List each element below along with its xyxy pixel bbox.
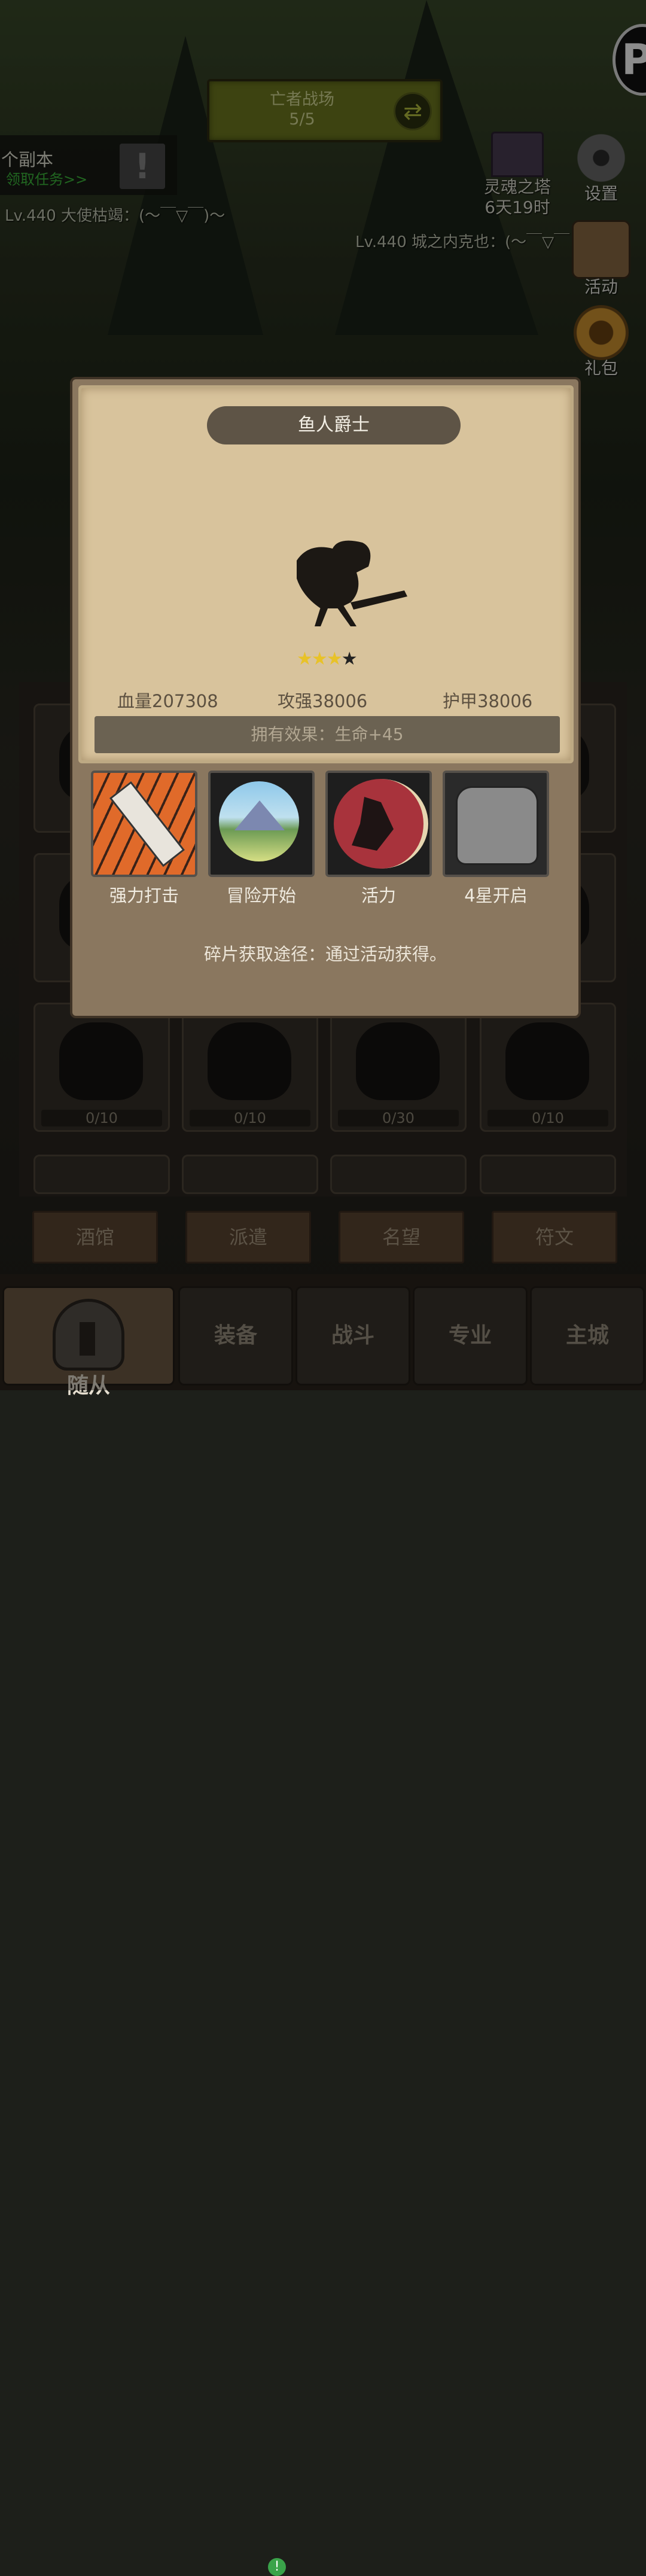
stat-armor: 护甲38006 <box>443 691 533 711</box>
skill-adventure-start[interactable]: 冒险开始 <box>208 771 315 907</box>
hero-card: 鱼人爵士 ★★★★ 血量207308 攻强38006 护甲38006 拥有效果：… <box>78 385 574 763</box>
skill-vitality[interactable]: 活力 <box>325 771 432 907</box>
locked-bag-icon <box>443 771 549 877</box>
stat-hp: 血量207308 <box>117 691 218 711</box>
hero-name: 鱼人爵士 <box>207 406 461 444</box>
skill-label: 冒险开始 <box>226 885 296 906</box>
hero-silhouette <box>297 540 407 626</box>
skill-label: 强力打击 <box>109 885 179 906</box>
star-filled-icon: ★ <box>311 648 328 669</box>
star-empty-icon: ★ <box>341 648 358 669</box>
star-rating: ★★★★ <box>297 648 358 669</box>
stat-attack: 攻强38006 <box>278 691 368 711</box>
mountain-icon <box>208 771 315 877</box>
notification-badge: ! <box>268 2558 286 2576</box>
skill-label: 4星开启 <box>464 885 528 906</box>
skill-power-strike[interactable]: 强力打击 <box>90 771 198 907</box>
vitality-icon <box>325 771 432 877</box>
shard-source-text: 碎片获取途径：通过活动获得。 <box>203 944 447 964</box>
ownership-effect: 拥有效果：生命+45 <box>95 716 560 753</box>
skill-label: 活力 <box>361 885 396 906</box>
skill-locked-4-star[interactable]: 4星开启 <box>442 771 550 907</box>
hero-detail-modal: 鱼人爵士 ★★★★ 血量207308 攻强38006 护甲38006 拥有效果：… <box>70 377 581 1018</box>
star-filled-icon: ★ <box>326 648 343 669</box>
sword-strike-icon <box>91 771 197 877</box>
star-filled-icon: ★ <box>297 648 313 669</box>
